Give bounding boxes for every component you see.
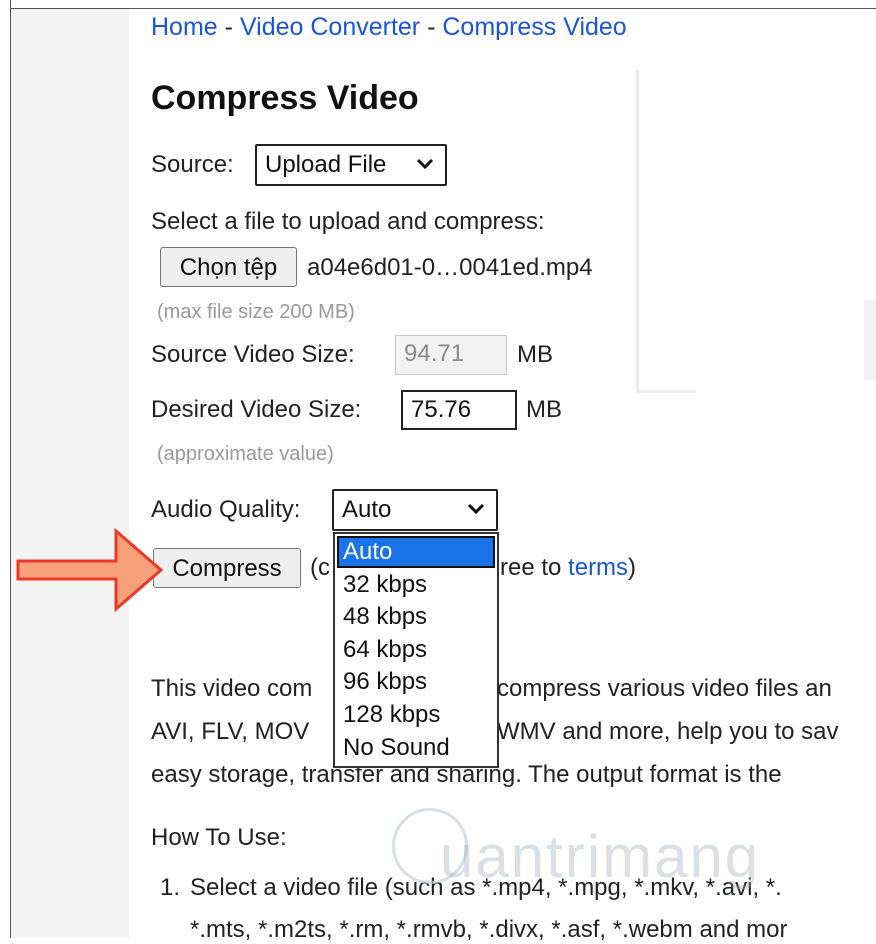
description-line-1: This video com	[151, 675, 312, 703]
source-size-field: 94.71	[395, 335, 507, 375]
desired-size-unit: MB	[526, 396, 562, 423]
source-size-label: Source Video Size:	[151, 341, 355, 368]
breadcrumb-home-link[interactable]: Home	[151, 13, 218, 41]
description-line-1-start: This video com	[151, 675, 313, 702]
terms-link[interactable]: terms	[568, 554, 628, 581]
max-file-size-hint: (max file size 200 MB)	[157, 301, 355, 323]
right-panel-edge	[864, 300, 876, 380]
sidebar-divider-bottom	[636, 390, 696, 393]
description-line-2-end: WMV and more, help you to sav	[497, 718, 839, 745]
breadcrumb: Home - Video Converter - Compress Video	[151, 13, 627, 41]
choose-file-button[interactable]: Chọn tệp	[160, 247, 297, 287]
desired-size-input[interactable]: 75.76	[401, 390, 517, 430]
sidebar-divider	[636, 70, 639, 392]
breadcrumb-current-link[interactable]: Compress Video	[442, 13, 626, 41]
audio-quality-select[interactable]: Auto	[332, 489, 498, 531]
source-select[interactable]: Upload File	[255, 144, 447, 186]
breadcrumb-separator: -	[427, 13, 436, 41]
source-label: Source:	[151, 151, 234, 178]
breadcrumb-separator: -	[224, 13, 233, 41]
desired-size-label: Desired Video Size:	[151, 396, 362, 423]
terms-middle-text: ree to	[500, 554, 562, 581]
terms-text: ree to terms)	[500, 554, 636, 582]
watermark-text: uantrimang	[440, 823, 761, 890]
approximate-value-hint: (approximate value)	[157, 443, 334, 465]
audio-quality-dropdown-list: Auto 32 kbps 48 kbps 64 kbps 96 kbps 128…	[333, 532, 499, 768]
left-margin-column	[11, 9, 129, 938]
audio-option-96kbps[interactable]: 96 kbps	[337, 666, 495, 698]
how-to-item-1-line-2: *.mts, *.m2ts, *.rm, *.rmvb, *.divx, *.a…	[190, 916, 788, 943]
audio-option-48kbps[interactable]: 48 kbps	[337, 601, 495, 633]
audio-option-no-sound[interactable]: No Sound	[337, 732, 495, 764]
terms-prefix: (c	[310, 554, 330, 581]
source-select-value: Upload File	[265, 151, 387, 178]
terms-suffix: )	[628, 554, 637, 581]
chevron-down-icon	[413, 146, 437, 184]
audio-option-64kbps[interactable]: 64 kbps	[337, 634, 495, 666]
breadcrumb-video-converter-link[interactable]: Video Converter	[240, 13, 420, 41]
window-top-border	[10, 0, 876, 9]
description-line-1-end: compress various video files an	[497, 675, 832, 702]
compress-button[interactable]: Compress	[153, 548, 301, 588]
audio-option-auto[interactable]: Auto	[337, 536, 495, 568]
chevron-down-icon	[464, 491, 488, 529]
audio-option-128kbps[interactable]: 128 kbps	[337, 699, 495, 731]
audio-quality-label: Audio Quality:	[151, 496, 301, 523]
audio-quality-value: Auto	[342, 496, 392, 523]
page-title: Compress Video	[151, 79, 419, 117]
audio-option-32kbps[interactable]: 32 kbps	[337, 569, 495, 601]
how-to-heading: How To Use:	[151, 824, 287, 851]
window-left-border	[0, 0, 11, 938]
source-size-unit: MB	[517, 341, 553, 368]
description-line-2-start: AVI, FLV, MOV	[151, 718, 310, 745]
selected-file-name: a04e6d01-0…0041ed.mp4	[307, 254, 593, 281]
upload-prompt: Select a file to upload and compress:	[151, 208, 545, 235]
annotation-arrow-icon	[16, 527, 164, 613]
how-to-item-number: 1.	[160, 874, 181, 901]
